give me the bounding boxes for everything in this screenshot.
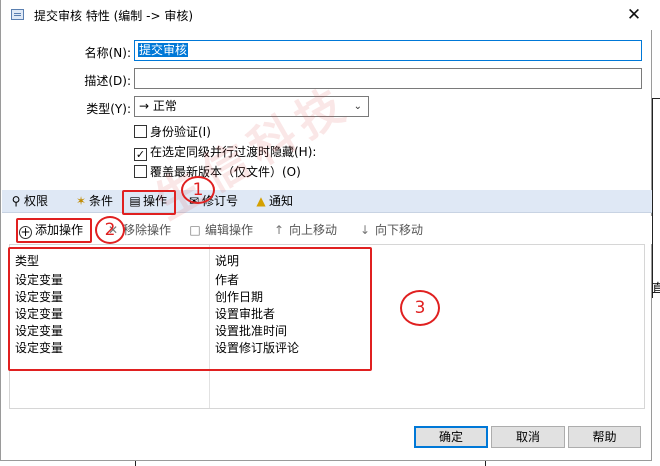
close-icon: ✕ bbox=[626, 5, 642, 25]
help-button[interactable]: 帮助 bbox=[568, 426, 641, 448]
annotation-box-add-action bbox=[16, 218, 92, 243]
annotation-box-action-list bbox=[8, 247, 372, 371]
checkbox-unchecked[interactable] bbox=[134, 125, 147, 138]
tab-notifications-label: 通知 bbox=[269, 194, 294, 208]
annotation-marker-3: 3 bbox=[400, 290, 440, 326]
edit-document-icon: □ bbox=[189, 223, 201, 237]
name-label: 名称(N): bbox=[84, 46, 131, 60]
move-down-button[interactable]: ↓ 向下移动 bbox=[358, 221, 423, 239]
bell-icon: ▲ bbox=[256, 194, 266, 208]
tab-conditions[interactable]: ✶ 条件 bbox=[74, 193, 113, 210]
auth-checkbox-label: 身份验证(I) bbox=[150, 125, 211, 139]
hide-parallel-checkbox[interactable]: ✓ 在选定同级并行过渡时隐藏(H): bbox=[134, 144, 317, 161]
tab-permissions-label: 权限 bbox=[24, 194, 49, 208]
description-label: 描述(D): bbox=[84, 74, 131, 88]
arrow-up-icon: ↑ bbox=[273, 223, 285, 237]
type-label: 类型(Y): bbox=[86, 102, 131, 116]
window-icon bbox=[11, 9, 24, 20]
condition-wand-icon: ✶ bbox=[75, 194, 87, 208]
annotation-marker-2: 2 bbox=[95, 216, 125, 244]
description-input[interactable] bbox=[134, 68, 642, 89]
annotation-marker-1: 1 bbox=[181, 176, 215, 204]
properties-dialog: 提交审核 特性 (编制 -> 审核) ✕ 名称(N): 提交审核 描述(D): … bbox=[0, 0, 652, 461]
ok-button[interactable]: 确定 bbox=[414, 426, 488, 448]
title-bar: 提交审核 特性 (编制 -> 审核) ✕ bbox=[1, 0, 652, 30]
arrow-down-icon: ↓ bbox=[359, 223, 371, 237]
annotation-box-actions-tab bbox=[122, 190, 176, 215]
chevron-down-icon: ⌄ bbox=[353, 101, 362, 112]
cancel-button[interactable]: 取消 bbox=[491, 426, 565, 448]
tab-bar: ⚲ 权限 ✶ 条件 ▤ 操作 ✉ 修订号 ▲ 通知 bbox=[2, 190, 652, 213]
checkbox-checked[interactable]: ✓ bbox=[134, 148, 147, 161]
overwrite-checkbox-label: 覆盖最新版本（仅文件）(O) bbox=[150, 165, 301, 179]
hide-parallel-checkbox-label: 在选定同级并行过渡时隐藏(H): bbox=[150, 145, 317, 159]
type-select[interactable]: → 正常 ⌄ bbox=[134, 96, 369, 117]
name-input[interactable]: 提交审核 bbox=[134, 40, 642, 61]
name-selected-text: 提交审核 bbox=[138, 43, 189, 57]
remove-action-label: 移除操作 bbox=[123, 223, 172, 237]
overwrite-checkbox[interactable]: 覆盖最新版本（仅文件）(O) bbox=[134, 164, 301, 180]
move-up-button[interactable]: ↑ 向上移动 bbox=[272, 221, 337, 239]
edit-action-button[interactable]: □ 编辑操作 bbox=[188, 221, 253, 239]
type-select-value: → 正常 bbox=[139, 99, 177, 113]
auth-checkbox[interactable]: 身份验证(I) bbox=[134, 124, 211, 140]
tab-notifications[interactable]: ▲ 通知 bbox=[254, 193, 293, 210]
tab-permissions[interactable]: ⚲ 权限 bbox=[9, 193, 48, 210]
edit-action-label: 编辑操作 bbox=[205, 223, 254, 237]
move-up-label: 向上移动 bbox=[289, 223, 338, 237]
move-down-label: 向下移动 bbox=[375, 223, 424, 237]
background-text: 直 bbox=[652, 281, 660, 295]
background-bottom bbox=[0, 461, 660, 466]
background-window-strip bbox=[652, 0, 660, 466]
window-title: 提交审核 特性 (编制 -> 审核) bbox=[34, 9, 194, 23]
tab-conditions-label: 条件 bbox=[89, 194, 114, 208]
checkbox-unchecked[interactable] bbox=[134, 165, 147, 178]
key-icon: ⚲ bbox=[11, 194, 21, 208]
close-button[interactable]: ✕ bbox=[619, 2, 649, 28]
